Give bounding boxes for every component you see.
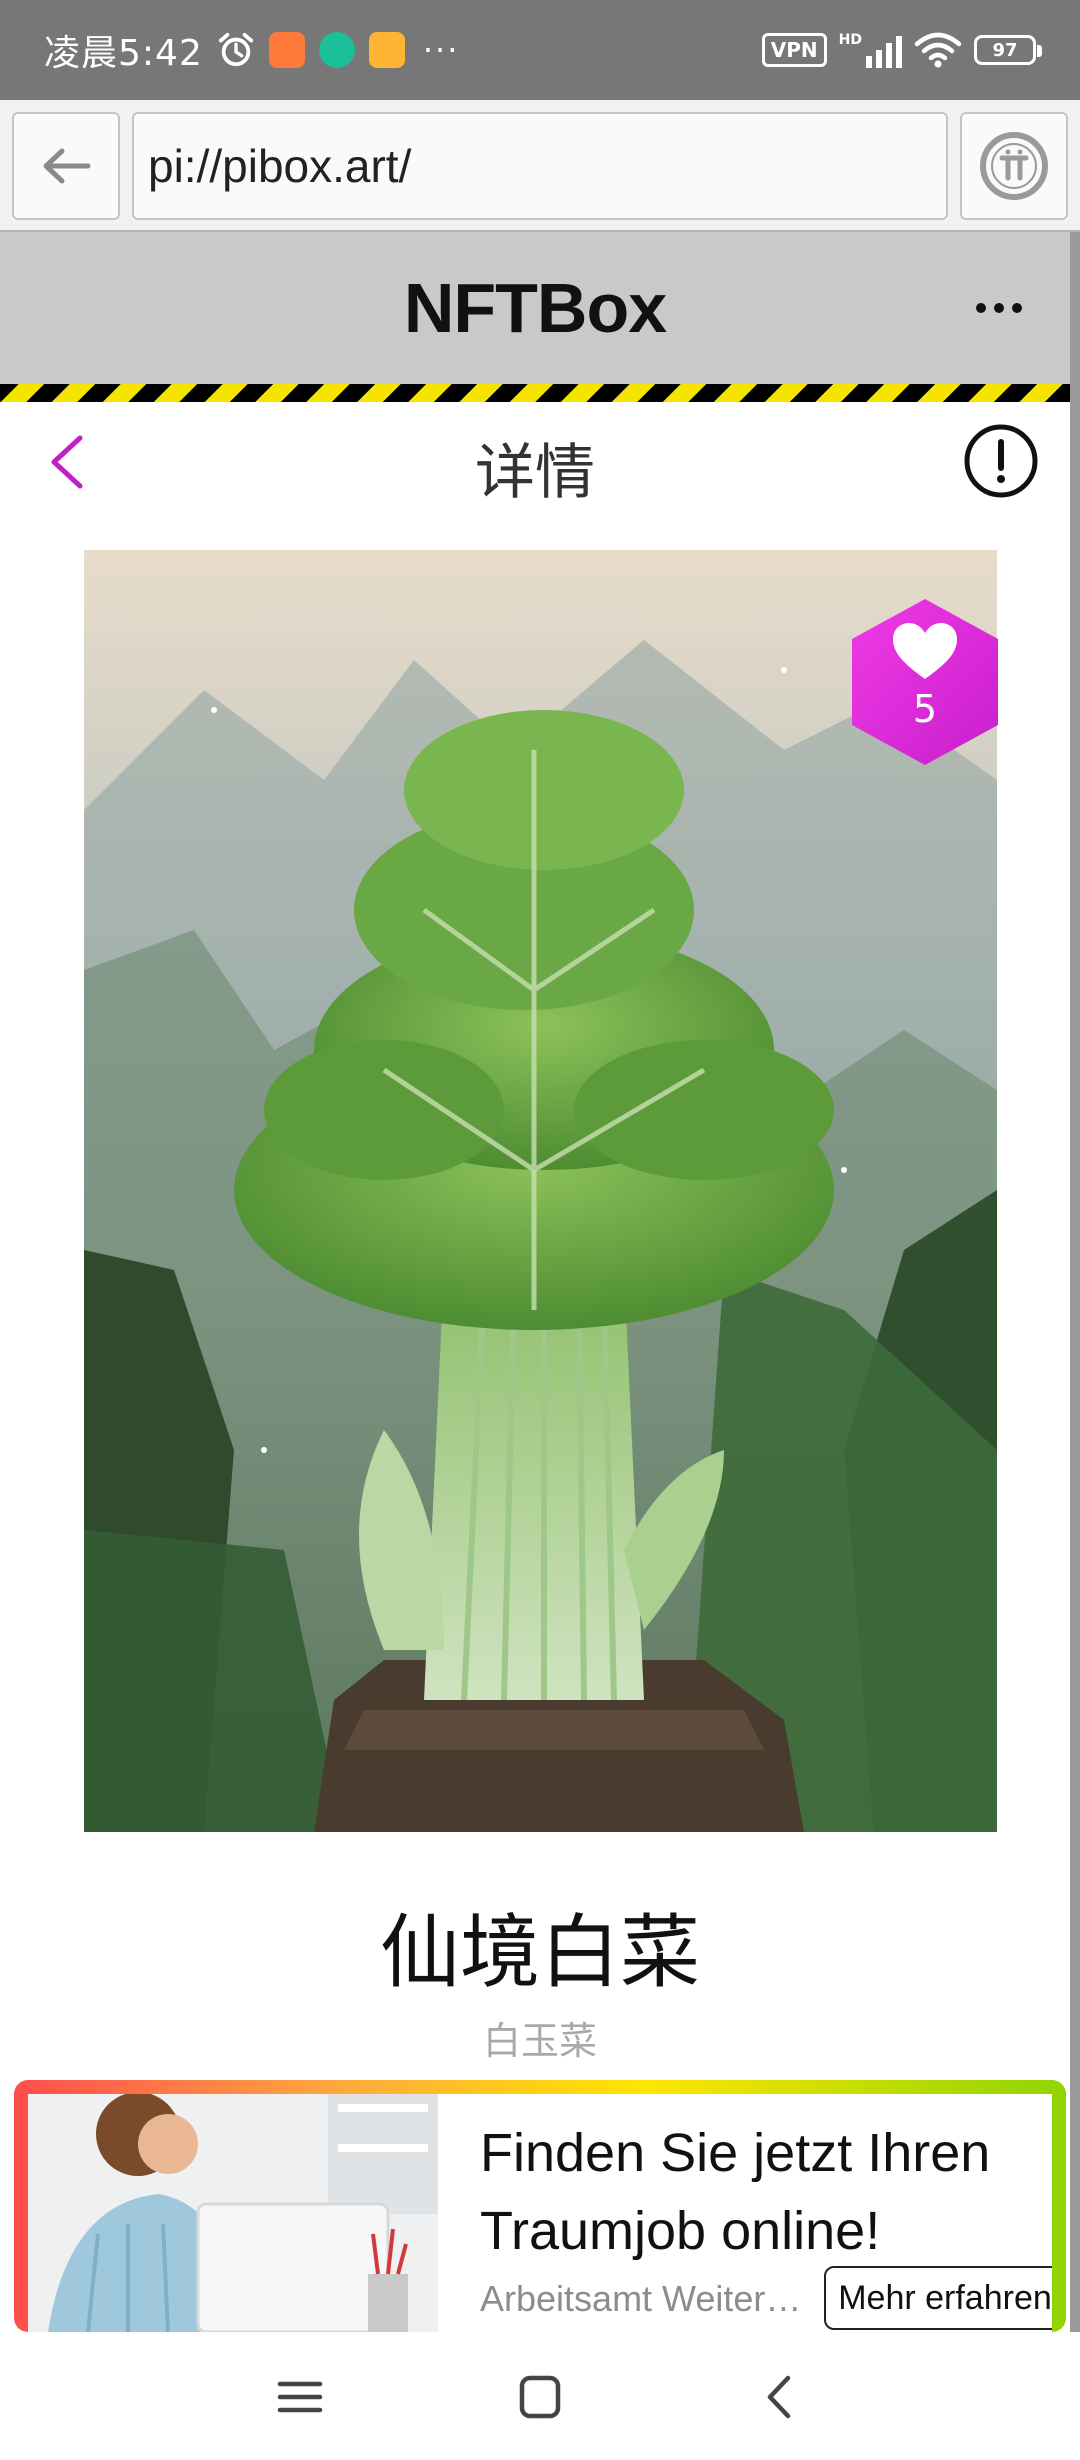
arrow-left-icon [43, 148, 91, 184]
battery-icon: 97 [974, 35, 1042, 65]
dot [1012, 303, 1022, 313]
url-text: pi://pibox.art/ [148, 140, 412, 192]
page-title: 详情 [475, 438, 595, 508]
signal-bar [886, 43, 892, 68]
notes-app-icon [368, 32, 405, 68]
app-header: NFTBox [0, 232, 1070, 384]
ad-content: Finden Sie jetzt Ihren Traumjob online! … [28, 2094, 1052, 2332]
signal-bar [896, 36, 902, 68]
status-bar: 凌晨5:42 ··· VPN HD 97 [0, 0, 1080, 100]
ad-learn-more-button[interactable]: Mehr erfahren [824, 2266, 1052, 2330]
more-options-button[interactable] [976, 303, 1022, 313]
ad-headline: Finden Sie jetzt Ihren Traumjob online! [480, 2123, 991, 2261]
screen: 凌晨5:42 ··· VPN HD 97 pi://pibox.art/ NFT… [0, 0, 1080, 2460]
wifi-icon [914, 32, 962, 68]
like-button[interactable]: 5 [838, 595, 1012, 769]
app-title: NFTBox [403, 269, 667, 347]
ad-banner[interactable]: Finden Sie jetzt Ihren Traumjob online! … [14, 2080, 1066, 2332]
more-notifications-icon: ··· [422, 31, 460, 69]
url-input[interactable]: pi://pibox.art/ [132, 112, 948, 220]
hd-label: HD [838, 32, 862, 48]
report-info-icon[interactable] [962, 422, 1040, 500]
heart-icon [893, 623, 957, 679]
notification-icons [217, 31, 405, 69]
like-count: 5 [912, 687, 938, 731]
battery-level: 97 [992, 39, 1018, 61]
home-square-icon[interactable] [510, 2372, 570, 2422]
ad-photo-woman-at-laptop [28, 2094, 438, 2332]
messenger-app-icon [318, 32, 355, 68]
menu-icon[interactable] [270, 2372, 330, 2422]
nft-name: 仙境白菜 [380, 1906, 700, 1999]
signal-bar [876, 50, 882, 68]
browser-toolbar: pi://pibox.art/ [0, 100, 1080, 232]
dot [994, 303, 1004, 313]
cell-signal-icon: HD [839, 32, 902, 68]
back-triangle-icon[interactable] [750, 2372, 810, 2422]
pi-wallet-button[interactable] [960, 112, 1068, 220]
browser-back-button[interactable] [12, 112, 120, 220]
shopping-app-icon [268, 32, 305, 68]
hazard-stripe-divider [0, 384, 1070, 402]
signal-bar [866, 56, 872, 68]
alarm-clock-icon [218, 32, 253, 67]
ad-sponsor: Arbeitsamt Weiterbildung [480, 2278, 820, 2319]
vpn-badge: VPN [761, 33, 827, 67]
system-indicators: VPN HD 97 [761, 32, 1042, 68]
pi-logo-icon [980, 132, 1048, 200]
system-navigation-bar [0, 2332, 1080, 2460]
nft-subtitle: 白玉菜 [482, 2019, 597, 2063]
dot [976, 303, 986, 313]
status-time: 凌晨5:42 [44, 33, 203, 74]
detail-navigation: 详情 [0, 402, 1070, 520]
